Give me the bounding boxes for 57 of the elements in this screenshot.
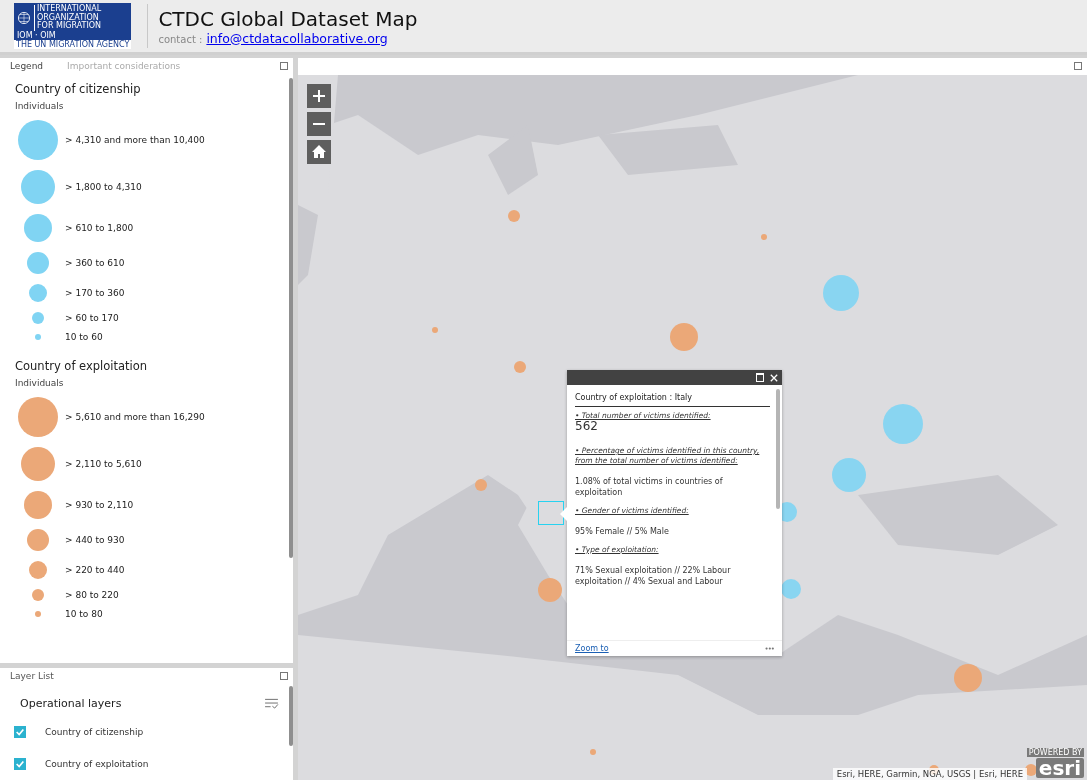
logo-text: FOR MIGRATION (37, 22, 102, 31)
legend-label: 10 to 60 (64, 332, 103, 342)
scrollbar[interactable] (289, 78, 293, 558)
popup-field-value: 71% Sexual exploitation // 22% Labour exploitation // 4% Sexual and Labour (575, 565, 732, 587)
close-icon[interactable] (770, 373, 778, 382)
legend-label: > 60 to 170 (64, 313, 119, 323)
legend-label: 10 to 80 (64, 609, 103, 619)
zoom-to-link[interactable]: Zoom to (575, 644, 609, 653)
legend-label: > 4,310 and more than 10,400 (64, 135, 205, 145)
legend-label: > 170 to 360 (64, 288, 125, 298)
logo-text: esri (1035, 758, 1084, 778)
legend-group-title: Country of exploitation (15, 359, 149, 373)
layer-label: Country of citizenship (45, 727, 144, 737)
home-icon (311, 144, 327, 160)
legend-group-title: Country of citizenship (15, 82, 142, 96)
scrollbar[interactable] (776, 389, 780, 509)
plus-icon (312, 89, 326, 103)
popup-field-value: 562 (575, 421, 599, 432)
layer-checkbox[interactable] (14, 726, 26, 738)
contact-email-link[interactable]: info@ctdatacollaborative.org (206, 30, 388, 46)
legend-label: > 5,610 and more than 16,290 (64, 412, 205, 422)
logo-text: IOM · OIM (17, 30, 57, 40)
layer-checkbox[interactable] (14, 758, 26, 770)
popup-field-value: 1.08% of total victims in countries of exploitation (575, 476, 724, 498)
panel-tab[interactable]: Legend (10, 61, 44, 71)
legend-label: > 1,800 to 4,310 (64, 182, 142, 192)
logo-tagline: THE UN MIGRATION AGENCY (14, 39, 132, 49)
legend-label: > 80 to 220 (64, 590, 119, 600)
list-options-icon[interactable] (264, 697, 279, 709)
selection-highlight (538, 501, 564, 525)
logo-text: ORGANIZATION (37, 13, 99, 22)
zoom-in-button[interactable] (307, 84, 331, 108)
popup-title: Country of exploitation : Italy (575, 393, 770, 407)
globe-icon (17, 11, 31, 25)
legend-label: > 220 to 440 (64, 565, 125, 575)
layers-heading: Operational layers (20, 696, 122, 710)
app-title: CTDC Global Dataset Map (158, 6, 418, 31)
home-button[interactable] (307, 140, 331, 164)
legend-label: > 440 to 930 (64, 535, 125, 545)
maximize-icon[interactable] (280, 672, 288, 680)
map-attribution: Esri, HERE, Garmin, NGA, USGS | Esri, HERE (832, 768, 1027, 780)
legend-label: > 930 to 2,110 (64, 500, 134, 510)
layer-label: Country of exploitation (45, 759, 149, 769)
popup-field-value: 95% Female // 5% Male (575, 526, 670, 537)
legend-subtitle: Individuals (15, 378, 65, 388)
maximize-icon[interactable] (280, 62, 288, 70)
zoom-out-button[interactable] (307, 112, 331, 136)
logo-text: POWERED BY (1026, 748, 1084, 757)
legend-label: > 360 to 610 (64, 258, 125, 268)
legend-label: > 610 to 1,800 (64, 223, 134, 233)
maximize-icon[interactable] (1074, 62, 1082, 70)
panel-title: Layer List (10, 671, 54, 681)
logo-text: INTERNATIONAL (37, 5, 102, 14)
scrollbar[interactable] (289, 686, 293, 746)
legend-subtitle: Individuals (15, 101, 65, 111)
legend-label: > 2,110 to 5,610 (64, 459, 142, 469)
contact-label: contact : (158, 33, 203, 45)
